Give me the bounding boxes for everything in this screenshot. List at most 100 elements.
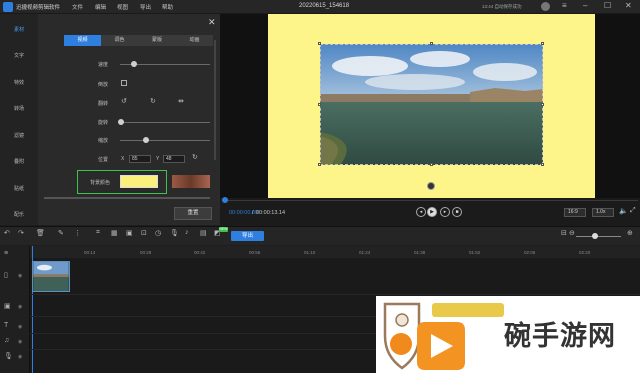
aspect-ratio-select[interactable]: 16:9 — [564, 208, 586, 217]
tab-video[interactable]: 视频 — [64, 35, 101, 46]
time-separator: / — [252, 210, 254, 216]
reset-button[interactable]: 重置 — [174, 207, 212, 220]
sidebar-item-overlay[interactable]: 叠附 — [0, 158, 38, 165]
reverse-checkbox[interactable] — [121, 80, 127, 86]
menu-help[interactable]: 帮助 — [162, 3, 173, 11]
menu-file[interactable]: 文件 — [72, 3, 83, 11]
scale-slider-knob[interactable] — [143, 137, 149, 143]
edit-icon[interactable]: ✎ — [58, 229, 64, 237]
zoom-slider-track[interactable] — [576, 236, 621, 237]
mute-icon[interactable]: ◉ — [18, 354, 22, 360]
previous-frame-icon[interactable]: ◂ — [416, 207, 426, 217]
progress-track[interactable] — [222, 200, 638, 201]
resize-handle[interactable] — [318, 42, 321, 45]
menu-export[interactable]: 导出 — [140, 3, 151, 11]
duration-icon[interactable]: ◷ — [155, 229, 161, 237]
resize-handle[interactable] — [318, 103, 321, 106]
close-window-icon[interactable]: ✕ — [625, 1, 632, 10]
tab-animation[interactable]: 动画 — [176, 35, 213, 46]
freeze-icon[interactable]: ▣ — [126, 229, 133, 237]
tab-mask[interactable]: 蒙版 — [138, 35, 176, 46]
zoom-in-icon[interactable]: ⊕ — [627, 229, 633, 237]
fullscreen-icon[interactable]: ⤢ — [630, 207, 636, 215]
reset-position-icon[interactable]: ↻ — [192, 153, 198, 161]
y-position-input[interactable]: 48 — [163, 155, 185, 163]
export-button[interactable]: 导出 — [231, 231, 264, 241]
menu-edit[interactable]: 编辑 — [95, 3, 106, 11]
play-icon[interactable]: ▶ — [427, 207, 437, 217]
split-icon[interactable]: ⋮ — [74, 229, 81, 237]
watermark-text: 碗手游网 — [504, 321, 616, 352]
track-menu-icon[interactable]: ≡ — [4, 250, 8, 257]
playback-speed-select[interactable]: 1.0x — [592, 208, 614, 217]
timeline-ruler[interactable] — [30, 246, 640, 258]
panel-tabs: 视频 调色 蒙版 动画 — [64, 35, 213, 46]
redo-icon[interactable]: ↷ — [18, 229, 24, 237]
flip-horizontal-icon[interactable]: ⇹ — [178, 97, 184, 105]
settings-icon[interactable]: ≡ — [562, 1, 567, 10]
resize-handle[interactable] — [430, 163, 433, 166]
sidebar-item-media[interactable]: 素材 — [0, 26, 38, 33]
background-color-swatch[interactable] — [120, 175, 158, 188]
sidebar-item-transitions[interactable]: 转场 — [0, 105, 38, 112]
resize-handle[interactable] — [318, 163, 321, 166]
resize-handle[interactable] — [541, 103, 544, 106]
sidebar-item-effects[interactable]: 特效 — [0, 79, 38, 86]
visibility-icon[interactable]: ◉ — [18, 304, 22, 310]
visibility-icon[interactable]: ◉ — [18, 324, 22, 330]
user-avatar-icon[interactable] — [541, 2, 550, 11]
zoom-slider-knob[interactable] — [592, 233, 598, 239]
visibility-icon[interactable]: ◉ — [18, 273, 22, 279]
x-position-input[interactable]: 85 — [129, 155, 151, 163]
tab-color[interactable]: 调色 — [101, 35, 138, 46]
speed-slider-knob[interactable] — [131, 61, 137, 67]
ruler-tick: 02:06 — [524, 250, 536, 255]
next-frame-icon[interactable]: ▸ — [440, 207, 450, 217]
crop-icon[interactable]: ⌗ — [96, 229, 100, 237]
voice-icon[interactable]: ♪ — [185, 229, 189, 236]
background-image-swatch[interactable] — [172, 175, 210, 188]
resize-handle[interactable] — [541, 42, 544, 45]
sidebar-item-filters[interactable]: 滤镜 — [0, 132, 38, 139]
maximize-icon[interactable]: ☐ — [604, 1, 611, 10]
sidebar-item-music[interactable]: 配乐 — [0, 211, 38, 218]
volume-icon[interactable]: 🔈 — [619, 207, 628, 215]
progress-knob[interactable] — [222, 197, 228, 203]
stop-icon[interactable]: ■ — [452, 207, 462, 217]
delete-icon[interactable]: 🗑 — [36, 229, 45, 237]
zoom-out-icon[interactable]: ⊖ — [569, 229, 575, 237]
resize-handle[interactable] — [541, 163, 544, 166]
position-label: 位置 — [98, 157, 109, 163]
ruler-tick: 01:38 — [414, 250, 426, 255]
speed-label: 速度 — [98, 62, 109, 68]
menu-view[interactable]: 视图 — [117, 3, 128, 11]
minimize-icon[interactable]: – — [583, 1, 587, 10]
app-logo-icon — [3, 2, 13, 12]
rotate-handle-icon[interactable] — [427, 182, 435, 190]
autosave-status: 13:44 自动保存成功 — [482, 3, 522, 9]
rotate-left-icon[interactable]: ↺ — [121, 97, 127, 105]
sidebar-item-stickers[interactable]: 贴纸 — [0, 185, 38, 192]
rotate-right-icon[interactable]: ↻ — [150, 97, 156, 105]
mosaic-icon[interactable]: ▦ — [111, 229, 118, 237]
fit-icon[interactable]: ⊟ — [561, 229, 567, 237]
rotate-slider-track[interactable] — [120, 122, 210, 123]
scale-slider-track[interactable] — [120, 140, 210, 141]
speed-icon[interactable]: ⊡ — [141, 229, 147, 237]
video-clip[interactable] — [32, 261, 70, 292]
mute-icon[interactable]: ◉ — [18, 339, 22, 345]
sidebar-item-text[interactable]: 文字 — [0, 52, 38, 59]
scale-label: 缩放 — [98, 138, 109, 144]
undo-icon[interactable]: ↶ — [4, 229, 10, 237]
panel-horizontal-scrollbar[interactable] — [44, 197, 210, 199]
rotate-slider-knob[interactable] — [118, 119, 124, 125]
picture-icon[interactable]: ▤ — [200, 229, 207, 237]
resize-handle[interactable] — [430, 42, 433, 45]
flip-label: 翻转 — [98, 101, 109, 107]
record-audio-icon[interactable]: 🎙 — [170, 229, 179, 237]
selection-box[interactable] — [320, 44, 543, 165]
close-panel-icon[interactable]: ✕ — [208, 17, 216, 28]
panel-scrollbar[interactable] — [214, 40, 216, 160]
ruler-tick: 00:28 — [140, 250, 152, 255]
picture-track-icon: ▣ — [4, 303, 11, 310]
